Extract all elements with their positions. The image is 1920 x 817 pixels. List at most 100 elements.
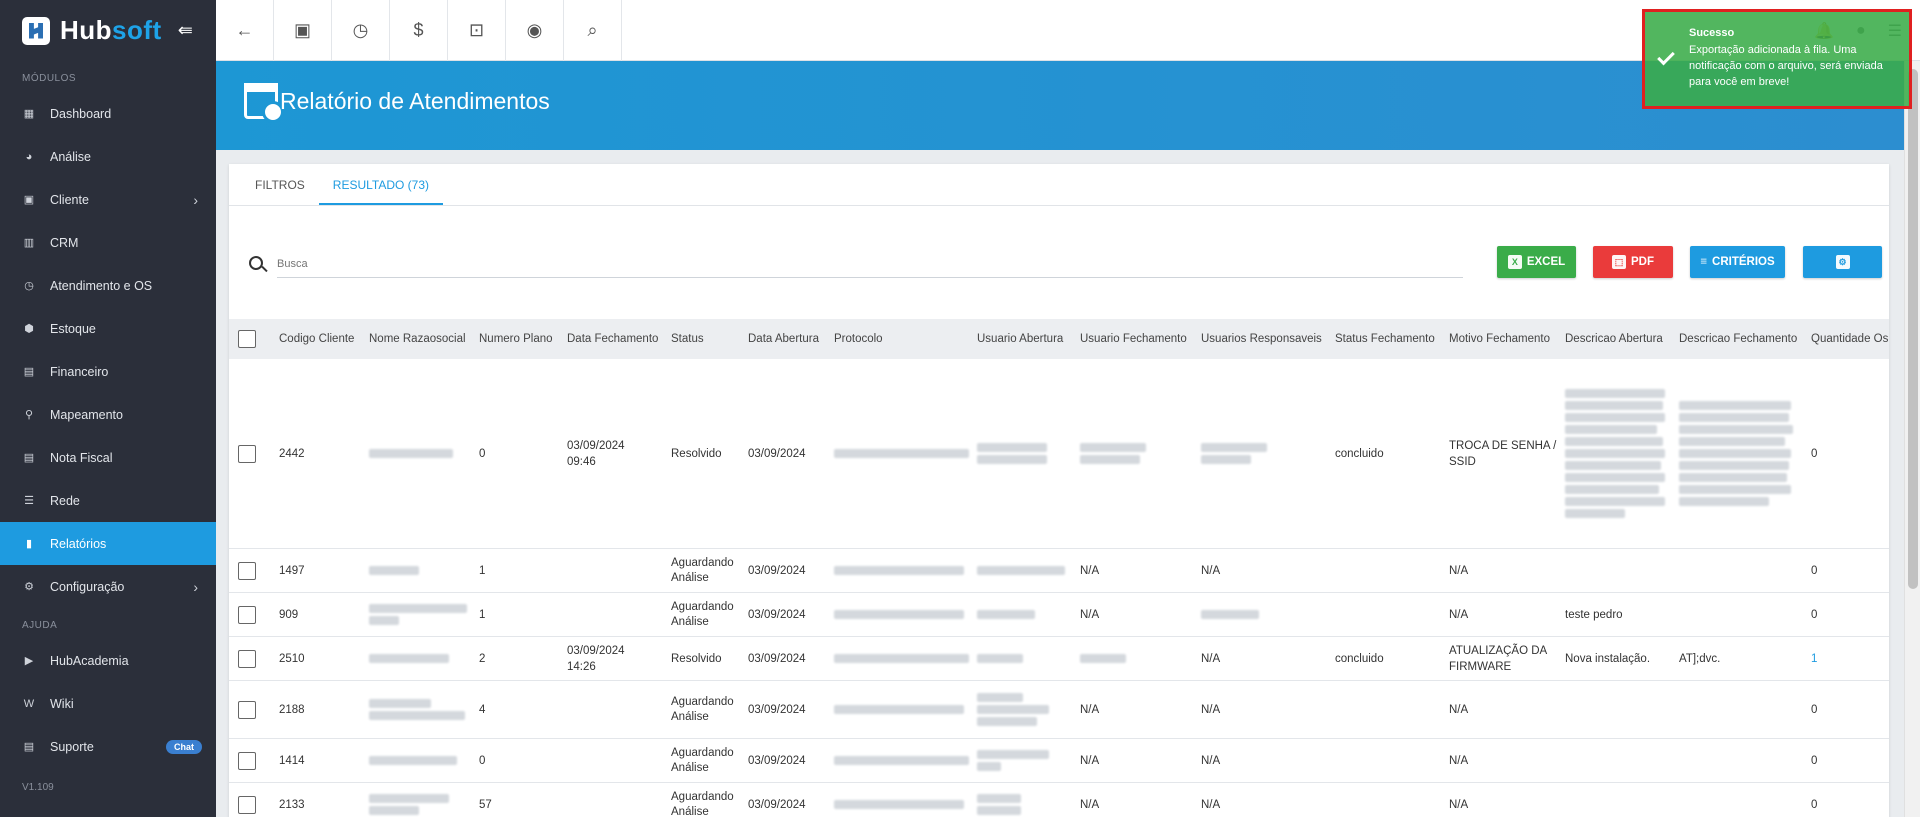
export-excel-button[interactable]: X EXCEL [1497, 246, 1576, 278]
check-icon [1657, 47, 1675, 66]
sidebar-item-relatorios[interactable]: ▮ Relatórios [0, 522, 216, 565]
cell-status: Aguardando Análise [671, 556, 734, 584]
cell-nome-redacted [369, 794, 479, 815]
cell-usuario-fechamento-redacted [1080, 653, 1201, 665]
schedule-button[interactable]: ◷ [332, 0, 390, 61]
column-header[interactable]: Usuario Fechamento [1080, 333, 1201, 345]
criteria-button[interactable]: ≡ CRITÉRIOS [1690, 246, 1785, 278]
row-select-cell [229, 751, 279, 770]
search-input[interactable] [277, 250, 1463, 278]
cell-usuario-abertura-redacted [977, 750, 1080, 771]
cell-quantidade-os[interactable]: 1 [1811, 653, 1889, 665]
column-header[interactable]: Data Fechamento [567, 333, 671, 345]
brand-logo[interactable]: Hubsoft ⇚ [0, 0, 216, 61]
table-row[interactable]: 2442 0 03/09/2024 09:46 Resolvido 03/09/… [229, 359, 1889, 549]
sidebar-item-suporte[interactable]: ▤ Suporte Chat [0, 725, 216, 768]
column-header[interactable]: Status Fechamento [1335, 333, 1449, 345]
scrollbar-thumb[interactable] [1908, 69, 1918, 589]
table-row[interactable]: 2133 57 Aguardando Análise 03/09/2024 N/… [229, 783, 1889, 817]
cell-usuario-abertura-redacted [977, 693, 1080, 726]
sidebar-item-analise[interactable]: ◕ Análise [0, 135, 216, 178]
row-checkbox[interactable] [238, 649, 256, 668]
search-button[interactable]: ⌕ [564, 0, 622, 61]
sidebar-item-estoque[interactable]: ⬢ Estoque [0, 307, 216, 350]
gear-icon: ⚙ [1835, 255, 1850, 269]
youtube-icon: ▶ [24, 655, 34, 667]
chat-badge[interactable]: Chat [166, 739, 202, 754]
column-header[interactable]: Codigo Cliente [279, 333, 369, 345]
tab-resultado[interactable]: RESULTADO (73) [318, 164, 444, 205]
table-row[interactable]: 1414 0 Aguardando Análise 03/09/2024 N/A… [229, 739, 1889, 783]
view-button[interactable]: ◉ [506, 0, 564, 61]
select-all-checkbox[interactable] [238, 330, 256, 348]
sidebar-item-wiki[interactable]: W Wiki [0, 682, 216, 725]
cell-descricao-fechamento: AT];dvc. [1679, 652, 1721, 665]
sidebar-item-rede[interactable]: ☰ Rede [0, 479, 216, 522]
row-checkbox[interactable] [238, 444, 256, 463]
cell-usuarios-responsaveis: N/A [1201, 652, 1221, 665]
collapse-sidebar-icon[interactable]: ⇚ [178, 20, 193, 41]
row-select-cell [229, 444, 279, 463]
table-row[interactable]: 909 1 Aguardando Análise 03/09/2024 N/A … [229, 593, 1889, 637]
sidebar-item-label: Wiki [50, 696, 74, 711]
column-header[interactable]: Quantidade Os [1811, 333, 1889, 345]
cell-plano: 1 [479, 564, 486, 577]
cell-plano: 0 [479, 754, 486, 767]
table-row[interactable]: 1497 1 Aguardando Análise 03/09/2024 N/A… [229, 549, 1889, 593]
cell-usuarios-responsaveis: N/A [1201, 754, 1221, 767]
sidebar-item-label: Análise [50, 149, 91, 164]
sidebar-item-financeiro[interactable]: ▤ Financeiro [0, 350, 216, 393]
cell-abertura: 03/09/2024 [748, 652, 806, 665]
cell-plano: 4 [479, 703, 486, 716]
contact-button[interactable]: ▣ [274, 0, 332, 61]
sidebar-item-configuracao[interactable]: ⚙ Configuração › [0, 565, 216, 608]
sidebar-item-crm[interactable]: ▥ CRM [0, 221, 216, 264]
sidebar-item-mapeamento[interactable]: ⚲ Mapeamento [0, 393, 216, 436]
arrow-left-icon: ← [235, 20, 254, 40]
column-header[interactable]: Descricao Fechamento [1679, 333, 1811, 345]
cell-nome-redacted [369, 755, 479, 767]
row-checkbox[interactable] [238, 561, 256, 580]
cell-motivo: N/A [1449, 564, 1469, 577]
column-header[interactable]: Data Abertura [748, 333, 834, 345]
cell-status: Resolvido [671, 652, 722, 665]
back-button[interactable]: ← [216, 0, 274, 61]
column-header[interactable]: Protocolo [834, 333, 977, 345]
money-icon: ▤ [23, 366, 35, 378]
sidebar-item-label: Cliente [50, 192, 89, 207]
column-header[interactable]: Usuarios Responsaveis [1201, 333, 1335, 345]
row-checkbox[interactable] [238, 751, 256, 770]
success-toast[interactable]: Sucesso Exportação adicionada à fila. Um… [1642, 9, 1912, 109]
row-checkbox[interactable] [238, 605, 256, 624]
row-checkbox[interactable] [238, 700, 256, 719]
pdf-icon: ⬚ [1612, 255, 1626, 269]
column-settings-button[interactable]: ⚙ [1803, 246, 1882, 278]
row-checkbox[interactable] [238, 795, 256, 814]
cell-motivo: N/A [1449, 703, 1469, 716]
sidebar-item-hubacademia[interactable]: ▶ HubAcademia [0, 639, 216, 682]
results-table: Codigo Cliente Nome Razaosocial Numero P… [229, 319, 1889, 817]
column-header[interactable]: Nome Razaosocial [369, 333, 479, 345]
financial-button[interactable]: $ [390, 0, 448, 61]
sidebar-item-dashboard[interactable]: ▦ Dashboard [0, 92, 216, 135]
vertical-scrollbar[interactable] [1904, 61, 1920, 817]
table-row[interactable]: 2188 4 Aguardando Análise 03/09/2024 N/A… [229, 681, 1889, 739]
column-header[interactable]: Descricao Abertura [1565, 333, 1679, 345]
column-header[interactable]: Numero Plano [479, 333, 567, 345]
sidebar-item-cliente[interactable]: ▣ Cliente › [0, 178, 216, 221]
table-row[interactable]: 2510 2 03/09/2024 14:26 Resolvido 03/09/… [229, 637, 1889, 681]
sidebar-item-label: Financeiro [50, 364, 109, 379]
select-all-cell [229, 330, 279, 348]
export-pdf-button[interactable]: ⬚ PDF [1593, 246, 1673, 278]
column-header[interactable]: Usuario Abertura [977, 333, 1080, 345]
sidebar-item-label: Atendimento e OS [50, 278, 153, 293]
sidebar-item-nota-fiscal[interactable]: ▤ Nota Fiscal [0, 436, 216, 479]
column-header[interactable]: Motivo Fechamento [1449, 333, 1565, 345]
tab-filtros[interactable]: FILTROS [241, 164, 319, 205]
chevron-right-icon: › [193, 191, 198, 208]
column-header[interactable]: Status [671, 333, 748, 345]
sidebar-item-atendimento[interactable]: ◷ Atendimento e OS [0, 264, 216, 307]
terminal-button[interactable]: ⊡ [448, 0, 506, 61]
cell-plano: 0 [479, 447, 486, 460]
cell-motivo: N/A [1449, 754, 1469, 767]
